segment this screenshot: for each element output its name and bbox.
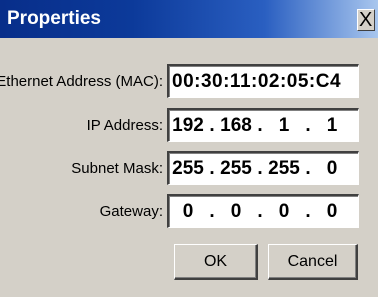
close-icon: X [359, 9, 373, 31]
mac-row: Ethernet Address (MAC): 00:30:11:02:05:C… [0, 64, 378, 100]
ip-octet-3[interactable]: 1 [265, 115, 303, 137]
ok-button[interactable]: OK [174, 244, 258, 280]
ip-octet-4[interactable]: 1 [313, 115, 351, 137]
dialog-title: Properties [7, 8, 101, 29]
gateway-dot: . [209, 200, 215, 222]
gateway-octet-2[interactable]: 0 [217, 201, 255, 223]
gateway-row: Gateway: 0 . 0 . 0 . 0 [0, 194, 378, 230]
properties-dialog: Properties X Ethernet Address (MAC): 00:… [0, 0, 378, 297]
ip-octet-2[interactable]: 168 [217, 115, 255, 137]
subnet-octet-4[interactable]: 0 [313, 158, 351, 180]
ip-row: IP Address: 192 . 168 . 1 . 1 [0, 108, 378, 144]
ip-octet-1[interactable]: 192 [169, 115, 207, 137]
gateway-dot: . [257, 200, 263, 222]
subnet-dot: . [305, 157, 311, 179]
gateway-field[interactable]: 0 . 0 . 0 . 0 [167, 194, 359, 228]
gateway-octet-1[interactable]: 0 [169, 201, 207, 223]
subnet-dot: . [209, 157, 215, 179]
title-bar[interactable]: Properties X [0, 0, 378, 38]
gateway-octet-4[interactable]: 0 [313, 201, 351, 223]
close-button[interactable]: X [357, 9, 375, 31]
subnet-row: Subnet Mask: 255 . 255 . 255 . 0 [0, 151, 378, 187]
subnet-dot: . [257, 157, 263, 179]
ip-label: IP Address: [86, 117, 163, 134]
mac-label: Ethernet Address (MAC): [0, 73, 163, 90]
gateway-dot: . [305, 200, 311, 222]
ip-dot: . [209, 114, 215, 136]
mac-value: 00:30:11:02:05:C4 [172, 70, 342, 92]
subnet-octet-1[interactable]: 255 [169, 158, 207, 180]
subnet-mask-field[interactable]: 255 . 255 . 255 . 0 [167, 151, 359, 185]
subnet-octet-2[interactable]: 255 [217, 158, 255, 180]
cancel-button[interactable]: Cancel [268, 244, 358, 280]
subnet-label: Subnet Mask: [71, 160, 163, 177]
gateway-octet-3[interactable]: 0 [265, 201, 303, 223]
mac-field[interactable]: 00:30:11:02:05:C4 [167, 64, 359, 98]
subnet-octet-3[interactable]: 255 [265, 158, 303, 180]
ip-dot: . [257, 114, 263, 136]
gateway-label: Gateway: [99, 203, 163, 220]
ip-dot: . [305, 114, 311, 136]
ip-address-field[interactable]: 192 . 168 . 1 . 1 [167, 108, 359, 142]
